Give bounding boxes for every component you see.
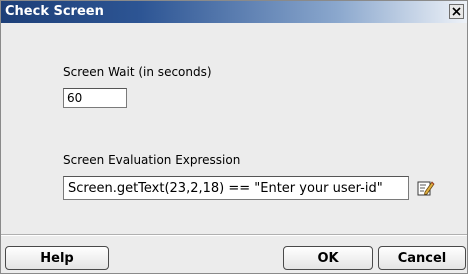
- check-screen-dialog: Check Screen Screen Wait (in seconds) Sc…: [0, 0, 468, 274]
- title-bar: Check Screen: [1, 1, 467, 23]
- help-button[interactable]: Help: [5, 246, 109, 270]
- screen-wait-label: Screen Wait (in seconds): [63, 65, 212, 79]
- button-separator: [1, 234, 467, 236]
- dialog-title: Check Screen: [5, 4, 104, 19]
- ok-button[interactable]: OK: [283, 246, 373, 270]
- close-icon: [452, 7, 461, 16]
- screen-wait-input[interactable]: [63, 88, 127, 108]
- edit-expression-button[interactable]: [416, 178, 436, 198]
- expression-input[interactable]: [63, 176, 409, 200]
- dialog-body: Screen Wait (in seconds) Screen Evaluati…: [1, 23, 467, 273]
- close-button[interactable]: [449, 4, 464, 19]
- expression-label: Screen Evaluation Expression: [63, 153, 241, 167]
- cancel-button[interactable]: Cancel: [378, 246, 466, 270]
- edit-expression-icon: [417, 181, 435, 196]
